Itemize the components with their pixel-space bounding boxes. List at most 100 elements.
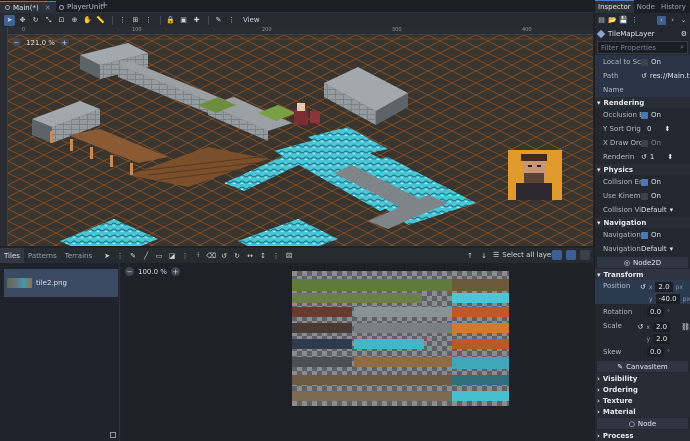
spinner-icon[interactable]: ⬍ [667, 153, 673, 161]
tab-tiles[interactable]: Tiles [0, 248, 24, 263]
prop-value[interactable]: Default [641, 206, 667, 214]
prop-skew[interactable]: Skew 0.0 ° [595, 344, 690, 360]
section-ordering[interactable]: › Ordering [595, 384, 690, 395]
select-tool-icon[interactable]: ➤ [102, 251, 112, 261]
random-tile-icon[interactable]: ⚄ [284, 251, 294, 261]
zoom-out-icon[interactable]: − [12, 38, 21, 47]
tab-inspector[interactable]: Inspector [595, 0, 634, 13]
checkbox[interactable] [641, 231, 648, 239]
checkbox[interactable] [641, 192, 648, 200]
more-options-icon[interactable]: ⋮ [180, 251, 190, 261]
more-options-icon[interactable]: ⋮ [143, 15, 154, 26]
skew-field[interactable]: 0.0 [647, 347, 665, 357]
reload-icon[interactable]: ↺ [641, 153, 647, 161]
prop-collision-enabled[interactable]: Collision En On [595, 175, 690, 189]
section-texture[interactable]: › Texture [595, 395, 690, 406]
highlight-layer-icon[interactable] [566, 250, 576, 260]
prop-local-to-scene[interactable]: Local to Sce On [595, 55, 690, 69]
zoom-in-icon[interactable]: + [170, 267, 180, 276]
prop-value[interactable]: 0 [647, 125, 651, 133]
grid-snap-icon[interactable]: ⊞ [130, 15, 141, 26]
rotation-field[interactable]: 0.0 [647, 307, 665, 317]
more-options-icon[interactable]: ⋮ [226, 15, 237, 26]
selected-node-row[interactable]: TileMapLayer ⚙ [595, 27, 690, 40]
checkbox[interactable] [641, 111, 648, 119]
section-navigation[interactable]: ▾ Navigation [595, 217, 690, 228]
prop-value[interactable]: Default [641, 245, 667, 253]
more-options-icon[interactable]: ⋮ [271, 251, 281, 261]
filter-properties-input[interactable]: Filter Properties ⌕ [597, 41, 688, 54]
history-icon[interactable]: ⌄ [679, 16, 688, 25]
zoom-out-icon[interactable]: − [125, 267, 134, 276]
open-resource-icon[interactable]: 📂 [608, 16, 617, 25]
scene-viewport[interactable]: 0 100 200 300 400 − 121.0 % + [0, 27, 593, 246]
tab-history[interactable]: History [658, 0, 689, 13]
tile-atlas-panel[interactable]: − 100.0 % + [121, 263, 593, 441]
rect-tool-icon[interactable]: ▭ [154, 251, 164, 261]
new-resource-icon[interactable]: ▤ [597, 16, 606, 25]
settings-icon[interactable]: ⚙ [681, 30, 690, 38]
select-mode-icon[interactable]: ➤ [4, 14, 15, 26]
position-x-field[interactable]: 2.0 [655, 282, 673, 292]
zoom-in-icon[interactable]: + [59, 38, 69, 47]
rotate-mode-icon[interactable]: ↻ [30, 15, 41, 26]
prop-value[interactable]: 1 [650, 153, 654, 161]
back-icon[interactable]: ‹ [657, 15, 666, 25]
prop-name[interactable]: Name [595, 83, 690, 97]
pivot-icon[interactable]: ⊕ [69, 15, 80, 26]
save-icon[interactable]: 💾 [619, 16, 628, 25]
group-icon[interactable]: ▣ [178, 15, 189, 26]
close-icon[interactable]: ✕ [45, 4, 51, 12]
grid-toggle-icon[interactable] [552, 250, 562, 260]
prop-ysort-origin[interactable]: Y Sort Origi 0 ⬍ [595, 122, 690, 136]
more-options-icon[interactable]: ⋮ [630, 16, 639, 25]
scale-mode-icon[interactable]: ⤡ [43, 15, 54, 26]
checkbox[interactable] [641, 139, 648, 147]
tab-main[interactable]: Main(*) ✕ [0, 1, 56, 13]
more-options-icon[interactable] [580, 250, 590, 260]
section-physics[interactable]: ▾ Physics [595, 164, 690, 175]
layer-up-icon[interactable]: ↑ [465, 251, 475, 261]
prop-xdraw-order[interactable]: X Draw Orde On [595, 136, 690, 150]
reload-icon[interactable]: ↺ [638, 323, 644, 331]
selectable-icon[interactable]: ⊡ [56, 15, 67, 26]
picker-tool-icon[interactable]: ⟊ [193, 251, 203, 261]
scale-x-field[interactable]: 2.0 [652, 322, 671, 332]
flip-v-icon[interactable]: ↕ [258, 251, 268, 261]
tool-options-icon[interactable] [110, 432, 116, 438]
rotate-left-icon[interactable]: ↺ [219, 251, 229, 261]
prop-value[interactable]: res://Main.t [650, 72, 689, 80]
prop-navigation-enabled[interactable]: Navigation E On [595, 228, 690, 242]
prop-collision-visibility[interactable]: Collision Visi Default▾ [595, 203, 690, 217]
section-visibility[interactable]: › Visibility [595, 373, 690, 384]
view-menu[interactable]: View [243, 16, 260, 24]
tools-icon[interactable]: ✎ [213, 15, 224, 26]
add-tab-button[interactable]: + [100, 0, 108, 11]
forward-icon[interactable]: › [668, 16, 677, 25]
prop-position[interactable]: Position ↺ x 2.0 px y -40.0 px [595, 280, 690, 304]
chevron-down-icon[interactable]: ▾ [670, 206, 674, 214]
prop-occlusion[interactable]: Occlusion E On [595, 108, 690, 122]
checkbox[interactable] [641, 58, 648, 66]
flip-h-icon[interactable]: ↔ [245, 251, 255, 261]
pan-icon[interactable]: ✋ [82, 15, 93, 26]
tile-source-item[interactable]: tile2.png [4, 269, 118, 297]
link-icon[interactable]: ⛓ [681, 323, 690, 331]
section-material[interactable]: › Material [595, 406, 690, 417]
section-transform[interactable]: ▾ Transform [595, 269, 690, 280]
paint-tool-icon[interactable]: ✎ [128, 251, 138, 261]
snap-icon[interactable]: ⋮ [117, 15, 128, 26]
checkbox[interactable] [641, 178, 648, 186]
more-options-icon[interactable]: ⋮ [115, 251, 125, 261]
line-tool-icon[interactable]: ╱ [141, 251, 151, 261]
spinner-icon[interactable]: ⬍ [664, 125, 670, 133]
select-all-layers-button[interactable]: ☰ Select all layers [493, 251, 558, 259]
tab-patterns[interactable]: Patterns [24, 248, 61, 263]
ruler-icon[interactable]: 📏 [95, 15, 106, 26]
prop-rendering-quadrant[interactable]: Renderin ↺ 1 ⬍ [595, 150, 690, 164]
zoom-level[interactable]: 121.0 % [26, 39, 55, 47]
lock-icon[interactable]: 🔒 [165, 15, 176, 26]
prop-rotation[interactable]: Rotation 0.0 ° [595, 304, 690, 320]
section-process[interactable]: › Process [595, 430, 690, 441]
prop-scale[interactable]: Scale ↺ x 2.0 ⛓ y 2.0 [595, 320, 690, 344]
